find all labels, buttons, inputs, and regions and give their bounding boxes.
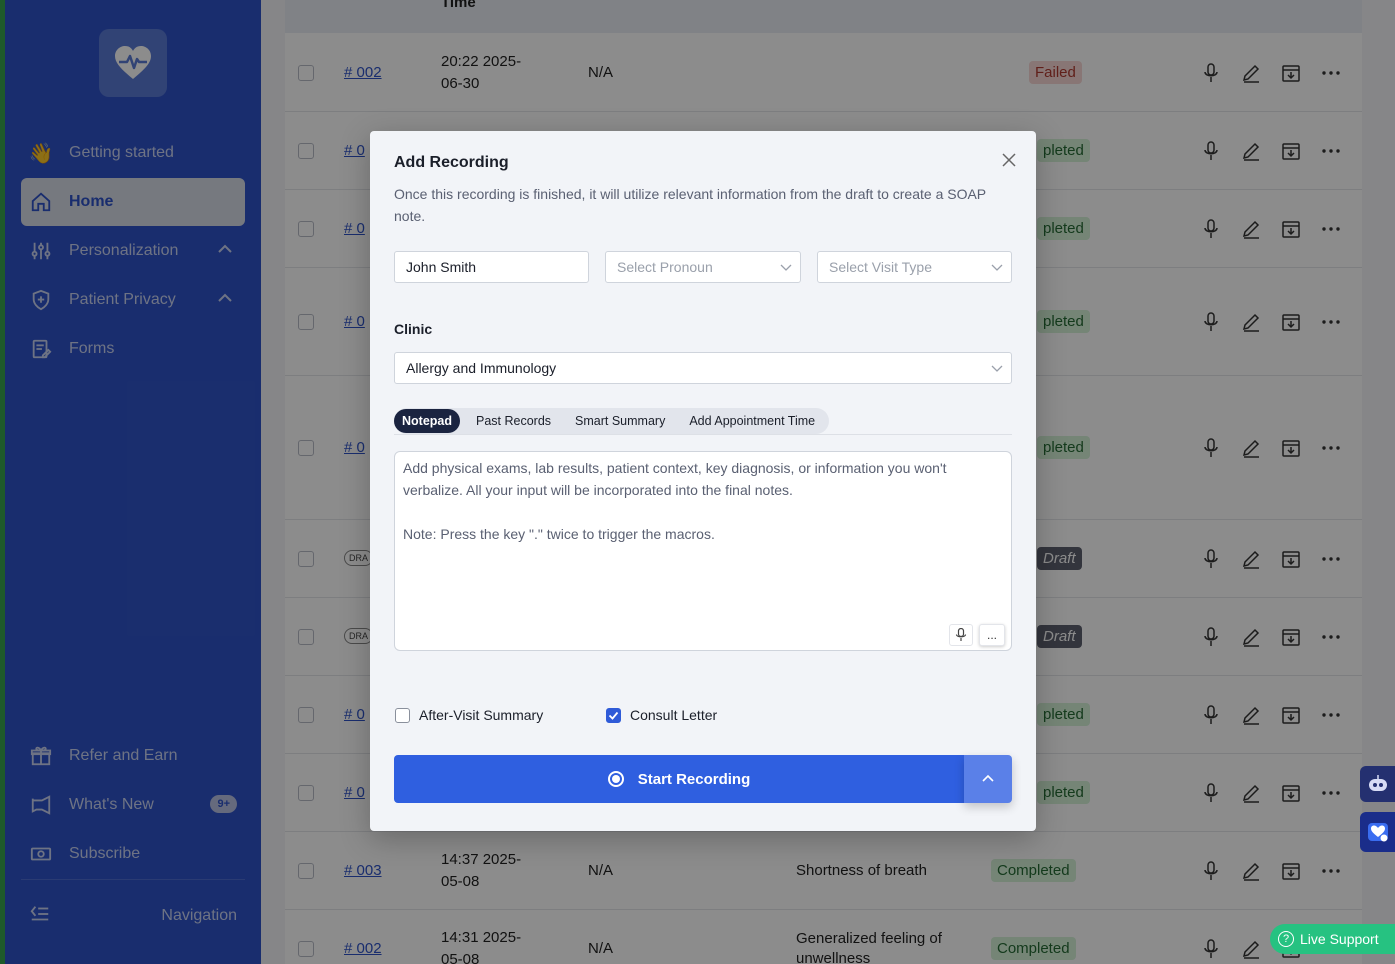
recording-options-button[interactable] bbox=[964, 755, 1012, 803]
checkbox-box[interactable] bbox=[395, 707, 410, 723]
app-widget-button[interactable] bbox=[1360, 812, 1395, 852]
tab-past-records[interactable]: Past Records bbox=[468, 409, 559, 433]
live-support-label: Live Support bbox=[1300, 931, 1379, 947]
notepad-textarea[interactable]: Add physical exams, lab results, patient… bbox=[394, 451, 1012, 651]
tab-notepad[interactable]: Notepad bbox=[394, 409, 460, 433]
live-support-button[interactable]: ? Live Support bbox=[1270, 924, 1395, 954]
visit-type-placeholder: Select Visit Type bbox=[829, 259, 932, 275]
tab-add-appointment-time[interactable]: Add Appointment Time bbox=[681, 409, 823, 433]
chevron-up-icon bbox=[982, 774, 994, 782]
clinic-label: Clinic bbox=[394, 321, 433, 337]
heart-chat-icon bbox=[1367, 823, 1388, 842]
microphone-icon bbox=[955, 628, 967, 641]
record-icon bbox=[607, 771, 624, 787]
chevron-down-icon bbox=[780, 264, 792, 271]
after-visit-summary-label: After-Visit Summary bbox=[419, 707, 544, 723]
app-window: 👋 Getting started Home Personalization P… bbox=[5, 0, 1395, 964]
after-visit-summary-checkbox[interactable]: After-Visit Summary bbox=[395, 707, 543, 723]
close-icon[interactable] bbox=[1000, 151, 1018, 169]
tab-smart-summary[interactable]: Smart Summary bbox=[567, 409, 673, 433]
pronoun-select[interactable]: Select Pronoun bbox=[605, 251, 801, 283]
start-recording-label: Start Recording bbox=[637, 770, 751, 788]
robot-icon bbox=[1368, 775, 1387, 791]
notepad-tabs: Notepad Past Records Smart Summary Add A… bbox=[394, 408, 830, 434]
macros-button[interactable]: ... bbox=[979, 624, 1005, 646]
checkmark-icon bbox=[608, 711, 619, 720]
checkbox-box[interactable] bbox=[606, 707, 621, 723]
patient-name-input[interactable]: John Smith bbox=[394, 251, 589, 283]
clinic-select[interactable]: Allergy and Immunology bbox=[394, 352, 1012, 384]
consult-letter-label: Consult Letter bbox=[630, 707, 718, 723]
tabs-divider bbox=[394, 434, 1012, 435]
dialog-title: Add Recording bbox=[394, 154, 509, 171]
consult-letter-checkbox[interactable]: Consult Letter bbox=[606, 707, 717, 723]
add-recording-dialog: Add Recording Once this recording is fin… bbox=[370, 131, 1036, 831]
chevron-down-icon bbox=[991, 264, 1003, 271]
assistant-widget-button[interactable] bbox=[1360, 766, 1395, 802]
start-recording-button[interactable]: Start Recording bbox=[394, 755, 964, 803]
chevron-down-icon bbox=[991, 365, 1003, 372]
dictate-button[interactable] bbox=[949, 624, 973, 646]
dialog-description: Once this recording is finished, it will… bbox=[394, 186, 986, 224]
notepad-placeholder: Add physical exams, lab results, patient… bbox=[403, 460, 947, 542]
clinic-value: Allergy and Immunology bbox=[406, 360, 557, 376]
pronoun-placeholder: Select Pronoun bbox=[617, 259, 713, 275]
help-icon: ? bbox=[1278, 931, 1294, 947]
visit-type-select[interactable]: Select Visit Type bbox=[817, 251, 1012, 283]
